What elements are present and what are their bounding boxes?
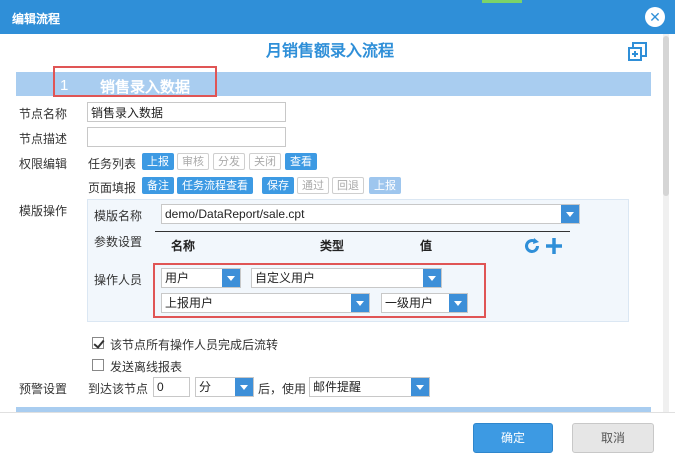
scrollbar-thumb[interactable] (663, 36, 669, 196)
page-flow-view-button[interactable]: 任务流程查看 (177, 177, 253, 194)
operator-user-select[interactable]: 上报用户 (161, 293, 370, 313)
chevron-down-icon (235, 378, 253, 396)
operator-label: 操作人员 (94, 273, 143, 287)
copy-icon[interactable] (628, 42, 648, 62)
node-name-input[interactable] (87, 102, 286, 122)
operator-kind-value: 自定义用户 (255, 271, 316, 285)
task-view-button[interactable]: 查看 (285, 153, 317, 170)
ok-button[interactable]: 确定 (473, 423, 553, 453)
node-name-label: 节点名称 (19, 107, 68, 121)
node-desc-input[interactable] (87, 127, 286, 147)
param-col-type: 类型 (320, 239, 345, 253)
all-operators-label: 该节点所有操作人员完成后流转 (110, 338, 279, 352)
chevron-down-icon (449, 294, 467, 312)
reach-node-label: 到达该节点 (88, 382, 149, 396)
alert-label: 预警设置 (19, 382, 68, 396)
alert-method-value: 邮件提醒 (313, 380, 362, 394)
template-label: 模版操作 (19, 204, 68, 218)
vertical-scrollbar[interactable] (663, 34, 669, 412)
perm-label: 权限编辑 (19, 157, 68, 171)
task-close-button[interactable]: 关闭 (249, 153, 281, 170)
alert-method-select[interactable]: 邮件提醒 (309, 377, 430, 397)
alert-value-input[interactable] (153, 377, 190, 397)
chevron-down-icon (423, 269, 441, 287)
template-name-value: demo/DataReport/sale.cpt (165, 207, 305, 221)
page-note-button[interactable]: 备注 (142, 177, 174, 194)
alert-unit-select[interactable]: 分 (195, 377, 254, 397)
window-title: 编辑流程 (12, 12, 61, 26)
param-col-value: 值 (420, 239, 433, 253)
operator-type-value: 用户 (165, 271, 190, 285)
flow-title: 月销售额录入流程 (265, 43, 394, 60)
chevron-down-icon (351, 294, 369, 312)
send-offline-label: 发送离线报表 (110, 360, 183, 374)
section-name: 销售录入数据 (100, 79, 191, 96)
task-distribute-button[interactable]: 分发 (213, 153, 245, 170)
template-name-label: 模版名称 (94, 209, 143, 223)
alert-unit-value: 分 (199, 380, 212, 394)
decorative-strip (482, 0, 522, 3)
dialog-footer: 确定 取消 (0, 412, 675, 464)
send-offline-checkbox[interactable] (92, 359, 104, 371)
section-number: 1 (60, 77, 69, 94)
chevron-down-icon (222, 269, 240, 287)
operator-type-select[interactable]: 用户 (161, 268, 241, 288)
template-name-select[interactable]: demo/DataReport/sale.cpt (161, 204, 580, 224)
param-label: 参数设置 (94, 235, 143, 249)
cancel-button[interactable]: 取消 (572, 423, 654, 453)
add-param-icon[interactable] (545, 237, 563, 255)
operator-level-select[interactable]: 一级用户 (381, 293, 468, 313)
node-desc-label: 节点描述 (19, 132, 68, 146)
param-col-name: 名称 (171, 239, 196, 253)
title-bar: 编辑流程 ✕ (0, 0, 675, 34)
chevron-down-icon (411, 378, 429, 396)
dialog-content: 月销售额录入流程 1 销售录入数据 节点名称 节点描述 权限编辑 任务列表 上报… (0, 34, 675, 412)
operator-level-value: 一级用户 (385, 296, 434, 310)
page-pass-button[interactable]: 通过 (297, 177, 329, 194)
task-report-button[interactable]: 上报 (142, 153, 174, 170)
refresh-icon[interactable] (523, 237, 541, 255)
page-report-button[interactable]: 上报 (369, 177, 401, 194)
chevron-down-icon (561, 205, 579, 223)
close-icon: ✕ (649, 9, 661, 25)
task-review-button[interactable]: 审核 (177, 153, 209, 170)
task-list-label: 任务列表 (88, 157, 137, 171)
all-operators-checkbox[interactable] (92, 337, 104, 349)
page-fill-label: 页面填报 (88, 181, 137, 195)
page-rollback-button[interactable]: 回退 (332, 177, 364, 194)
close-button[interactable]: ✕ (645, 7, 665, 27)
after-use-label: 后，使用 (258, 382, 307, 396)
operator-user-value: 上报用户 (165, 296, 214, 310)
operator-kind-select[interactable]: 自定义用户 (251, 268, 442, 288)
param-table-header: 名称 类型 值 (155, 231, 570, 255)
page-save-button[interactable]: 保存 (262, 177, 294, 194)
